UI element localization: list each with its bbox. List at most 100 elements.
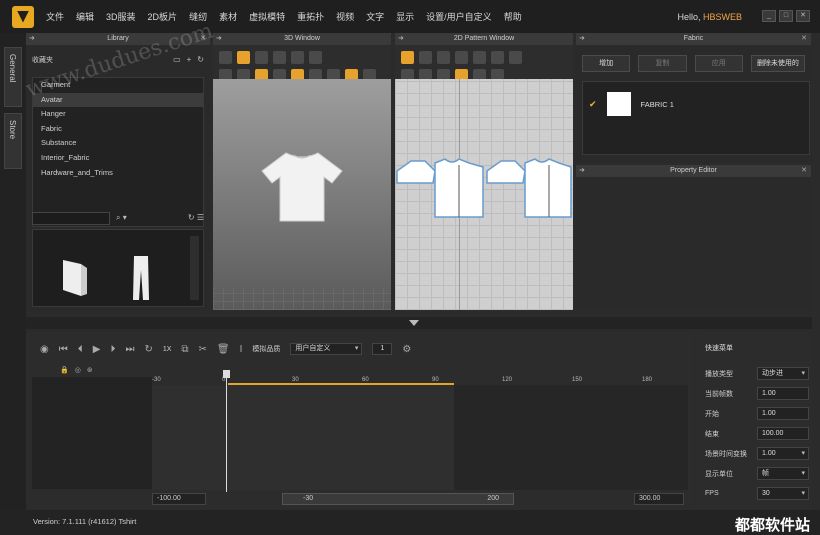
skip-start-icon[interactable]: ⏮ [59, 344, 68, 355]
side-tabs: General Store [0, 33, 26, 510]
range-scrollbar[interactable]: -30 200 [282, 493, 514, 505]
play-icon[interactable]: ▶ [93, 344, 101, 355]
tshirt-3d-model[interactable] [260, 149, 344, 223]
menu-display[interactable]: 显示 [396, 10, 414, 23]
select-tool-icon[interactable] [219, 51, 232, 64]
pattern-pieces[interactable] [395, 157, 573, 225]
library-item-substance[interactable]: Substance [33, 136, 203, 151]
transform-pattern-icon[interactable] [401, 51, 414, 64]
pin-icon[interactable]: ➜ [398, 33, 404, 45]
pin-icon[interactable]: ➜ [579, 33, 585, 45]
minimize-icon[interactable]: _ [762, 10, 776, 22]
collapse-arrow-icon[interactable] [409, 320, 419, 326]
menu-2d-pattern[interactable]: 2D板片 [148, 10, 178, 23]
edit-pattern-icon[interactable] [419, 51, 432, 64]
end-input[interactable]: 100.00 [757, 427, 809, 440]
current-frame-input[interactable]: 1.00 [757, 387, 809, 400]
copy-fabric-button[interactable]: 复制 [638, 55, 687, 72]
tick-label: 180 [642, 377, 653, 383]
close-panel-icon[interactable]: ✕ [801, 33, 807, 45]
step-back-icon[interactable]: ⏴ [78, 344, 83, 355]
add-icon[interactable]: + [187, 55, 192, 64]
cursor-tool-icon[interactable]: I [240, 344, 243, 355]
maximize-icon[interactable]: □ [779, 10, 793, 22]
panel-divider[interactable] [26, 317, 812, 329]
fold-tool-icon[interactable] [273, 51, 286, 64]
close-panel-icon[interactable]: ✕ [801, 165, 807, 177]
tab-store[interactable]: Store [4, 113, 22, 169]
menu-video[interactable]: 视频 [336, 10, 354, 23]
step-forward-icon[interactable]: ⏵ [110, 344, 115, 355]
move-tool-icon[interactable] [237, 51, 250, 64]
record-icon[interactable]: ◉ [40, 344, 49, 355]
skip-end-icon[interactable]: ⏭ [125, 344, 134, 355]
pin-icon[interactable]: ➜ [216, 33, 222, 45]
folder-icon[interactable]: ▭ [173, 55, 181, 64]
library-item-hanger[interactable]: Hanger [33, 107, 203, 122]
start-input[interactable]: 1.00 [757, 407, 809, 420]
thumbnail-scrollbar[interactable] [190, 236, 199, 300]
lock-icon[interactable]: 🔒 [60, 366, 69, 374]
library-search-input[interactable] [32, 212, 110, 225]
3d-viewport[interactable] [213, 79, 391, 310]
apply-fabric-button[interactable]: 应用 [694, 55, 743, 72]
search-icon[interactable]: ⌕ ▾ [116, 213, 127, 223]
timeline-settings-gear-icon[interactable]: ⚙ [402, 344, 411, 355]
quality-count-stepper[interactable]: 1 [372, 343, 393, 355]
quick-row-current-frame: 当前帧数 1.00 [705, 387, 809, 400]
fabric-thumbnail[interactable] [59, 256, 89, 298]
polygon-tool-icon[interactable] [437, 51, 450, 64]
copy-frames-icon[interactable]: ⧉ [181, 344, 188, 355]
arrange-tool-icon[interactable] [291, 51, 304, 64]
view-toggle-icon[interactable]: ↻ ☰ [188, 213, 204, 222]
menu-3d-garment[interactable]: 3D服装 [106, 10, 136, 23]
library-item-hardware-trims[interactable]: Hardware_and_Trims [33, 166, 203, 181]
pin-icon[interactable]: ➜ [29, 33, 35, 45]
speed-label[interactable]: 1X [163, 346, 172, 353]
loop-icon[interactable]: ↻ [144, 344, 152, 355]
refresh-icon[interactable]: ↻ [197, 55, 204, 64]
menu-avatar[interactable]: 虚拟模特 [249, 10, 285, 23]
library-item-fabric[interactable]: Fabric [33, 122, 203, 137]
delete-unused-button[interactable]: 删除未使用的 [750, 55, 805, 72]
menu-retopology[interactable]: 重拓扑 [297, 10, 324, 23]
seam-tool-icon[interactable] [509, 51, 522, 64]
menu-file[interactable]: 文件 [46, 10, 64, 23]
eye-icon[interactable]: ◎ [75, 366, 81, 374]
menu-help[interactable]: 帮助 [504, 10, 522, 23]
playhead[interactable] [223, 370, 230, 492]
add-fabric-button[interactable]: 增加 [582, 55, 631, 72]
timeline-track-area[interactable] [152, 385, 688, 490]
cut-frames-icon[interactable]: ✂ [199, 344, 207, 355]
simulation-quality-select[interactable]: 用户自定义 [290, 343, 363, 355]
close-icon[interactable]: ✕ [796, 10, 810, 22]
menu-text[interactable]: 文字 [366, 10, 384, 23]
library-item-avatar[interactable]: Avatar [33, 92, 203, 108]
menu-settings[interactable]: 设置/用户自定义 [426, 10, 492, 23]
menu-materials[interactable]: 素材 [219, 10, 237, 23]
pin-icon[interactable]: ➜ [579, 165, 585, 177]
delete-frames-icon[interactable]: 🗑 [217, 344, 230, 355]
tack-tool-icon[interactable] [309, 51, 322, 64]
tab-general[interactable]: General [4, 47, 22, 107]
dart-tool-icon[interactable] [491, 51, 504, 64]
2d-viewport[interactable] [395, 79, 573, 310]
view-end-field[interactable]: 300.00 [634, 493, 684, 505]
time-scale-select[interactable]: 1.00 [757, 447, 809, 460]
menu-edit[interactable]: 编辑 [76, 10, 94, 23]
rectangle-tool-icon[interactable] [455, 51, 468, 64]
timeline-ruler[interactable]: -30 0 30 60 90 120 150 180 [152, 373, 688, 386]
motion-icon[interactable]: ⊛ [87, 366, 93, 374]
pants-thumbnail[interactable] [131, 254, 151, 302]
fabric-list-item[interactable]: ✔ FABRIC 1 [589, 92, 674, 116]
library-item-interior-fabric[interactable]: Interior_Fabric [33, 151, 203, 166]
pin-tool-icon[interactable] [255, 51, 268, 64]
fabric-list: ✔ FABRIC 1 [582, 81, 810, 155]
username[interactable]: HBSWEB [703, 12, 742, 22]
display-unit-select[interactable]: 帧 [757, 467, 809, 480]
3d-window-title-bar: ➜ 3D Window [213, 33, 391, 45]
play-type-select[interactable]: 动步进 [757, 367, 809, 380]
view-start-field[interactable]: -100.00 [152, 493, 206, 505]
internal-line-icon[interactable] [473, 51, 486, 64]
fps-select[interactable]: 30 [757, 487, 809, 500]
